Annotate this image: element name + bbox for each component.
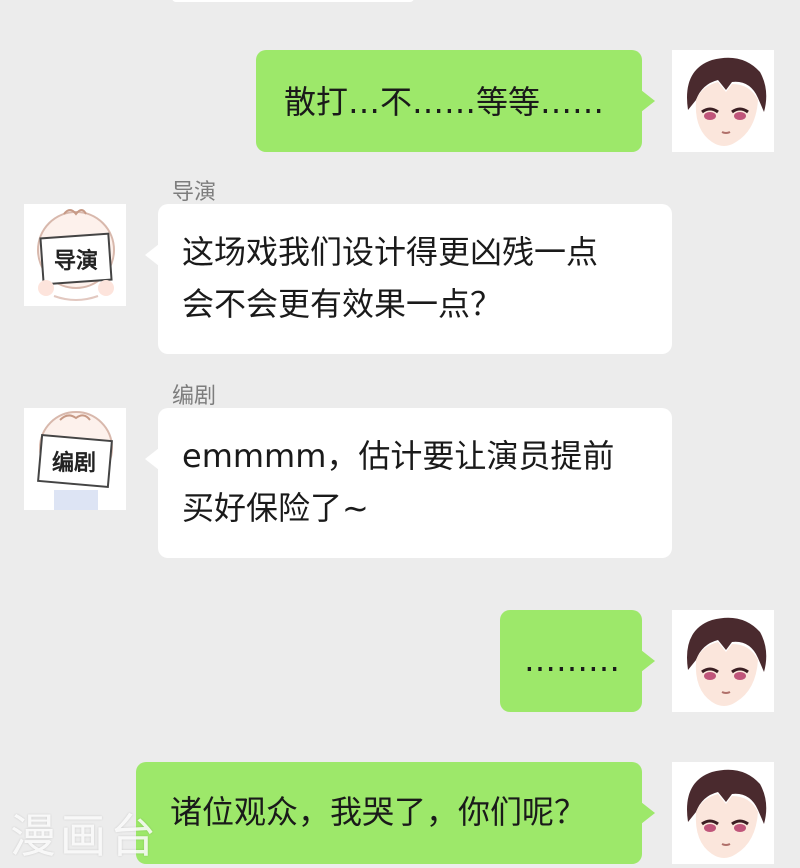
bubble-tail	[641, 650, 655, 672]
message-text: 散打…不……等等……	[284, 83, 605, 121]
bubble-tail	[145, 448, 159, 470]
message-line-1: 这场戏我们设计得更凶残一点	[182, 233, 599, 271]
bubble-tail	[641, 802, 655, 824]
boy-avatar-icon[interactable]	[672, 762, 774, 864]
other-message-bubble[interactable]: emmmm，估计要让演员提前 买好保险了~	[158, 408, 672, 558]
other-message-bubble[interactable]: 这场戏我们设计得更凶残一点 会不会更有效果一点？	[158, 204, 672, 354]
self-message-bubble[interactable]: 散打…不……等等……	[256, 50, 642, 152]
boy-avatar-icon[interactable]	[672, 610, 774, 712]
message-line-2: 会不会更有效果一点？	[182, 285, 503, 323]
boy-avatar-icon[interactable]	[672, 50, 774, 152]
self-message-bubble[interactable]: 诸位观众，我哭了，你们呢？	[136, 762, 642, 864]
bubble-tail	[145, 244, 159, 266]
bubble-tail	[641, 90, 655, 112]
writer-avatar-icon[interactable]: 编剧	[24, 408, 126, 510]
avatar-card-label: 导演	[54, 248, 98, 274]
message-line-1: emmmm，估计要让演员提前	[182, 437, 615, 475]
avatar-card-label: 编剧	[52, 450, 96, 476]
message-text: 诸位观众，我哭了，你们呢？	[170, 793, 587, 831]
sender-name: 导演	[172, 180, 217, 205]
previous-message-edge	[172, 0, 414, 2]
message-text: ………	[524, 641, 620, 679]
watermark-logo: 漫画台	[10, 809, 160, 863]
self-message-bubble[interactable]: ………	[500, 610, 642, 712]
director-avatar-icon[interactable]: 导演	[24, 204, 126, 306]
message-line-2: 买好保险了~	[182, 489, 369, 527]
sender-name: 编剧	[172, 384, 217, 409]
